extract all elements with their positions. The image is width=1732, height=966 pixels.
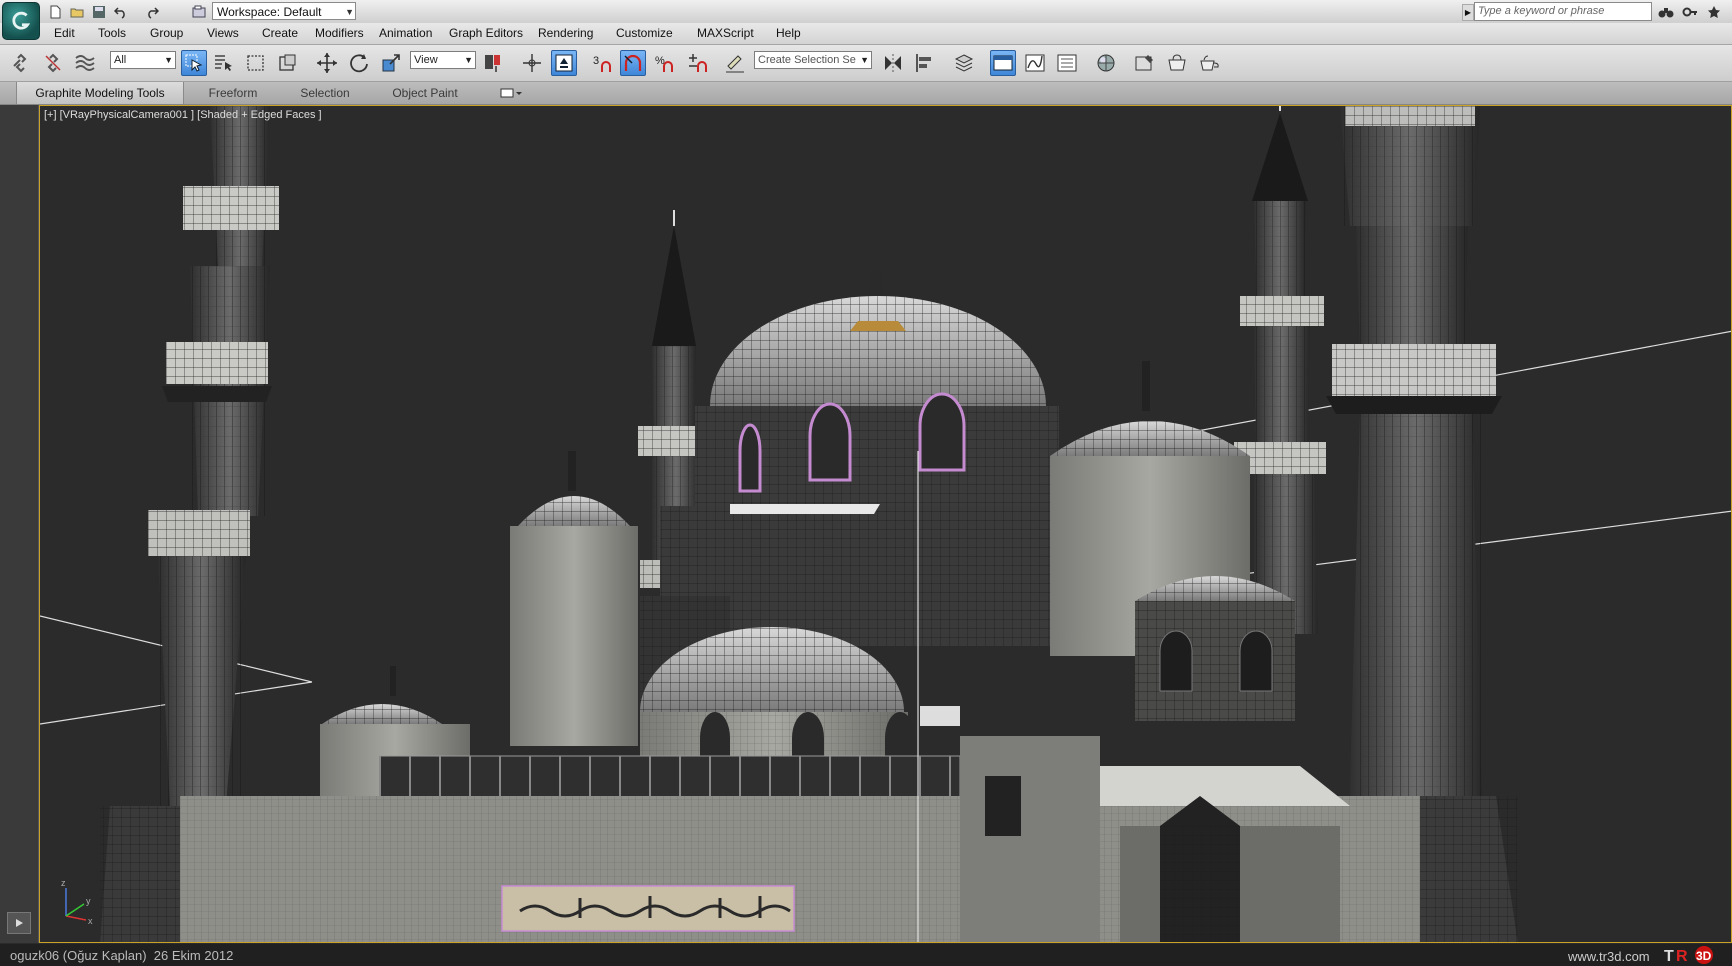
align-icon[interactable] (912, 50, 938, 76)
menu-bar: Edit Tools Group Views Create Modifiers … (0, 23, 1732, 45)
layer-manager-icon[interactable] (951, 50, 977, 76)
ribbon-options-icon[interactable] (496, 82, 526, 104)
main-dome (660, 271, 1080, 646)
status-author-date: oguzk06 (Oğuz Kaplan) 26 Ekim 2012 (10, 948, 234, 963)
star-icon[interactable] (1704, 3, 1724, 20)
menu-animation[interactable]: Animation (379, 26, 432, 40)
bind-to-space-warp-icon[interactable] (72, 50, 98, 76)
spinner-snap-toggle-icon[interactable] (684, 50, 710, 76)
curve-editor-icon[interactable] (1022, 50, 1048, 76)
snap-label: 3 (593, 55, 599, 67)
chevron-down-icon: ▼ (164, 55, 173, 65)
named-selection-placeholder: Create Selection Se (758, 54, 856, 66)
snaps-toggle-icon[interactable]: 3 (590, 50, 616, 76)
viewport-label[interactable]: [+] [VRayPhysicalCamera001 ] [Shaded + E… (44, 109, 322, 121)
left-strip (0, 105, 39, 943)
logo-3d: 3D (1696, 949, 1712, 963)
axis-gizmo-icon: z x y (61, 878, 93, 926)
render-frame-window-icon[interactable] (1164, 50, 1190, 76)
render-production-icon[interactable] (1196, 50, 1222, 76)
status-bar: oguzk06 (Oğuz Kaplan) 26 Ekim 2012 www.t… (0, 944, 1732, 966)
tab-freeform[interactable]: Freeform (190, 82, 276, 104)
material-editor-icon[interactable] (1093, 50, 1119, 76)
menu-create[interactable]: Create (262, 26, 298, 40)
mirror-icon[interactable] (880, 50, 906, 76)
tab-object-paint[interactable]: Object Paint (374, 82, 476, 104)
menu-views[interactable]: Views (207, 26, 239, 40)
menu-tools[interactable]: Tools (98, 26, 126, 40)
graphite-modeling-tools-toggle-icon[interactable] (990, 50, 1016, 76)
menu-customize[interactable]: Customize (616, 26, 673, 40)
select-and-link-icon[interactable] (8, 50, 34, 76)
percent-snap-toggle-icon[interactable]: % (652, 50, 678, 76)
app-logo-icon[interactable] (2, 2, 40, 40)
title-bar: Workspace: Default ▼ ▶ Type a keyword or… (0, 0, 1732, 24)
workspace-label: Workspace: Default (217, 5, 322, 19)
open-folder-icon[interactable] (68, 3, 86, 20)
menu-maxscript[interactable]: MAXScript (697, 26, 754, 40)
play-icon[interactable] (7, 912, 31, 934)
tab-selection[interactable]: Selection (284, 82, 366, 104)
chevron-down-icon: ▼ (345, 7, 354, 17)
pavilion-right (1135, 576, 1295, 721)
workspace-dropdown[interactable]: Workspace: Default ▼ (212, 2, 356, 20)
watermark-url: www.tr3d.com (1568, 949, 1650, 964)
menu-help[interactable]: Help (776, 26, 801, 40)
angle-snap-toggle-icon[interactable] (620, 50, 646, 76)
menu-group[interactable]: Group (150, 26, 183, 40)
axis-y-label: y (86, 896, 91, 906)
axis-x-label: x (88, 916, 93, 926)
window-crossing-icon[interactable] (275, 50, 301, 76)
key-icon[interactable] (1680, 3, 1700, 20)
menu-graph-editors[interactable]: Graph Editors (449, 26, 523, 40)
search-placeholder: Type a keyword or phrase (1478, 5, 1605, 17)
search-input[interactable]: Type a keyword or phrase (1474, 2, 1652, 21)
main-toolbar: All ▼ View ▼ 3 % Create Selection Se ▼ (0, 45, 1732, 82)
project-folder-icon[interactable] (190, 3, 208, 20)
menu-modifiers[interactable]: Modifiers (315, 26, 364, 40)
manipulate-icon[interactable] (519, 50, 545, 76)
keyboard-shortcut-override-icon[interactable] (551, 50, 577, 76)
reference-coordinate-value: View (414, 54, 438, 66)
rectangular-selection-icon[interactable] (243, 50, 269, 76)
axis-z-label: z (61, 878, 66, 888)
select-object-icon[interactable] (181, 50, 207, 76)
schematic-view-icon[interactable] (1054, 50, 1080, 76)
select-and-move-icon[interactable] (314, 50, 340, 76)
new-file-icon[interactable] (46, 3, 64, 20)
menu-rendering[interactable]: Rendering (538, 26, 593, 40)
unlink-selection-icon[interactable] (40, 50, 66, 76)
select-by-name-icon[interactable] (211, 50, 237, 76)
redo-icon[interactable] (143, 3, 161, 20)
select-and-scale-icon[interactable] (378, 50, 404, 76)
logo-letter-t: T (1664, 948, 1674, 965)
reference-coordinate-dropdown[interactable]: View ▼ (410, 51, 476, 69)
logo-letter-r: R (1676, 948, 1688, 965)
chevron-down-icon: ▼ (464, 55, 473, 65)
binoculars-icon[interactable] (1656, 3, 1676, 20)
ribbon-tab-bar: Graphite Modeling Tools Freeform Selecti… (0, 82, 1732, 105)
selection-filter-value: All (114, 54, 127, 66)
undo-icon[interactable] (112, 3, 130, 20)
render-setup-icon[interactable] (1132, 50, 1158, 76)
chevron-down-icon: ▼ (860, 55, 869, 65)
perspective-viewport[interactable]: [+] [VRayPhysicalCamera001 ] [Shaded + E… (39, 105, 1732, 943)
tr3d-logo-icon: T R 3D (1664, 946, 1713, 965)
named-selection-set-dropdown[interactable]: Create Selection Se ▼ (754, 51, 872, 69)
save-icon[interactable] (90, 3, 108, 20)
select-and-rotate-icon[interactable] (346, 50, 372, 76)
calligraphy-panel (501, 885, 795, 932)
mosque-3d-scene (40, 106, 1731, 942)
selection-filter-dropdown[interactable]: All ▼ (110, 51, 176, 69)
tab-graphite-modeling-tools[interactable]: Graphite Modeling Tools (16, 82, 184, 104)
menu-edit[interactable]: Edit (54, 26, 75, 40)
edit-named-selection-icon[interactable] (722, 50, 748, 76)
pivot-center-icon[interactable] (480, 50, 506, 76)
search-expand-arrow-icon[interactable]: ▶ (1462, 4, 1474, 21)
